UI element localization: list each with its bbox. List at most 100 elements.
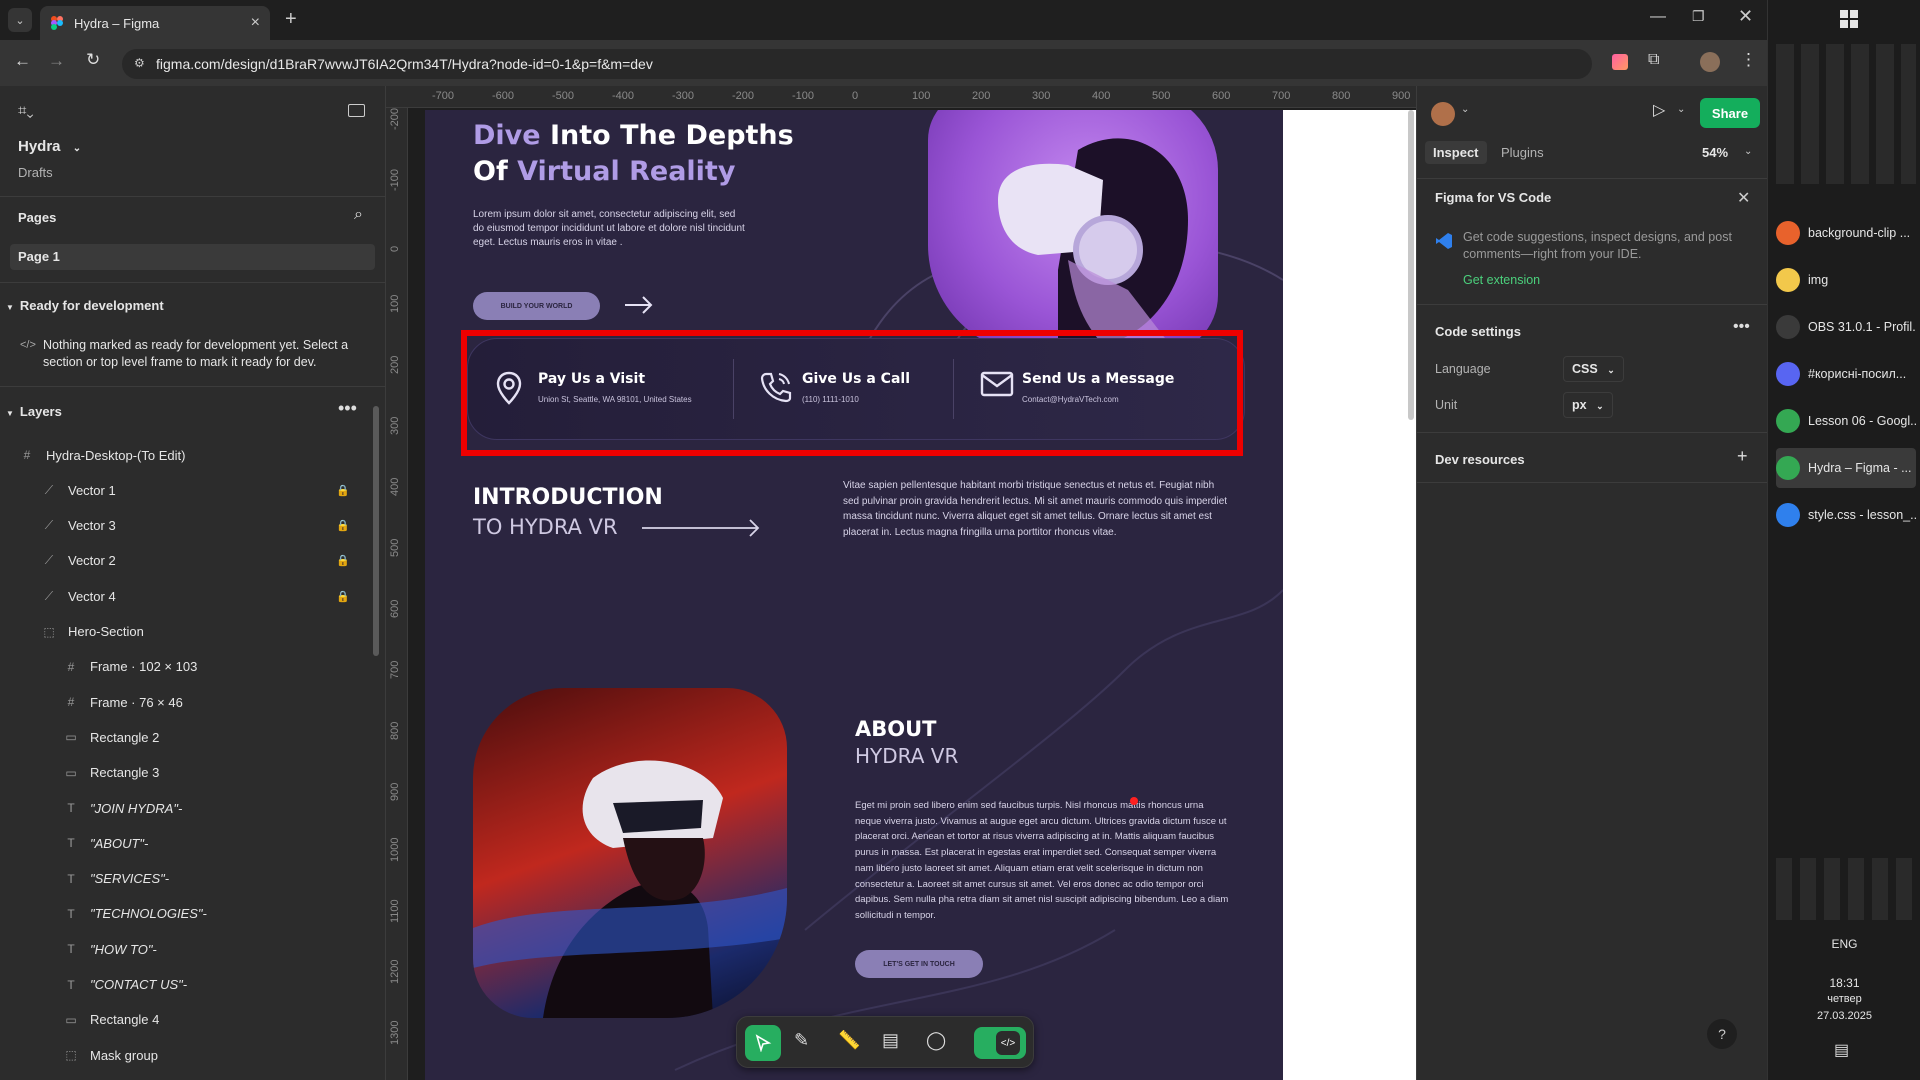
puzzle-icon[interactable]: ⧉ [1648, 51, 1659, 69]
layer-label: "CONTACT US"- [90, 977, 188, 992]
search-icon[interactable]: ⌕ [354, 206, 363, 224]
extension-icon[interactable] [1612, 54, 1628, 70]
measure-tool-icon[interactable]: 📏 [838, 1030, 860, 1051]
taskbar-window[interactable]: background-clip ... [1776, 213, 1916, 253]
layer-row[interactable]: ▭ Rectangle 3 [0, 756, 370, 790]
design-frame-hydra[interactable]: Dive Into The Depths Of Virtual Reality … [425, 110, 1283, 1080]
present-chevron-icon[interactable]: ⌄ [1677, 104, 1685, 115]
help-button[interactable]: ? [1707, 1019, 1737, 1049]
language-indicator[interactable]: ENG [1768, 937, 1920, 951]
add-resource-icon[interactable]: + [1737, 446, 1748, 467]
site-info-icon[interactable]: ⚙ [134, 56, 145, 70]
unit-select[interactable]: px ⌄ [1563, 392, 1613, 418]
lock-icon[interactable]: 🔒 [336, 554, 350, 567]
annotate-tool-icon[interactable]: ▤ [882, 1030, 899, 1051]
layers-more-icon[interactable]: ••• [338, 398, 357, 419]
layer-row[interactable]: T "SERVICES"- [0, 862, 370, 896]
comment-tool-icon[interactable]: ◯ [926, 1030, 946, 1051]
frame-icon: # [67, 659, 75, 674]
layer-row[interactable]: ▭ Rectangle 2 [0, 720, 370, 754]
share-button[interactable]: Share [1700, 98, 1760, 128]
build-your-world-button[interactable]: BUILD YOUR WORLD [473, 292, 600, 320]
browser-menu-icon[interactable]: ⋮ [1740, 50, 1757, 70]
taskbar-window[interactable]: Hydra – Figma - ... [1776, 448, 1916, 488]
system-tray[interactable] [1776, 858, 1916, 920]
layer-row[interactable]: ⬚ Mask group [0, 1038, 370, 1072]
minimize-button[interactable]: — [1650, 8, 1666, 26]
tab-close-icon[interactable]: × [251, 14, 260, 32]
pinned-apps-grid[interactable] [1776, 44, 1916, 184]
layer-label: Rectangle 4 [90, 1012, 160, 1028]
address-bar[interactable]: ⚙ figma.com/design/d1BraR7wvwJT6IA2Qrm34… [122, 49, 1592, 79]
move-tool-button[interactable] [745, 1025, 781, 1061]
app-icon [1776, 315, 1800, 339]
clock-time[interactable]: 18:31 [1768, 976, 1920, 990]
pen-tool-icon[interactable]: ✎ [794, 1030, 809, 1051]
dev-mode-toggle[interactable]: </> [974, 1027, 1026, 1059]
taskbar-window[interactable]: style.css - lesson_... [1776, 495, 1916, 535]
close-icon[interactable]: ✕ [1737, 188, 1750, 208]
layer-row[interactable]: ⟋ Vector 2 🔒 [0, 544, 370, 578]
file-menu-chevron-icon[interactable]: ⌄ [73, 143, 81, 154]
lock-icon[interactable]: 🔒 [336, 484, 350, 497]
layer-row[interactable]: T "JOIN HYDRA"- [0, 791, 370, 825]
get-extension-link[interactable]: Get extension [1463, 273, 1540, 287]
windows-start-icon[interactable] [1840, 10, 1858, 28]
layer-row[interactable]: # Hydra-Desktop-(To Edit) [0, 438, 370, 472]
layer-row[interactable]: T "TECHNOLOGIES"- [0, 897, 370, 931]
notifications-icon[interactable]: ▤ [1834, 1040, 1849, 1060]
layers-scrollbar[interactable] [373, 406, 379, 656]
canvas-scrollbar[interactable] [1408, 110, 1414, 420]
zoom-chevron-icon[interactable]: ⌄ [1744, 146, 1752, 157]
app-icon [1776, 456, 1800, 480]
close-window-button[interactable]: ✕ [1738, 6, 1753, 27]
language-select[interactable]: CSS ⌄ [1563, 356, 1624, 382]
taskbar-window-label: #корисні-посил... [1808, 367, 1907, 381]
profile-avatar[interactable] [1700, 52, 1720, 72]
ruler-tick-label: 600 [389, 599, 401, 618]
file-name[interactable]: Hydra ⌄ [18, 138, 403, 155]
reload-icon[interactable]: ↻ [86, 50, 100, 70]
layer-row[interactable]: ⟋ Vector 1 🔒 [0, 473, 370, 507]
layer-row[interactable]: # Frame · 102 × 103 [0, 650, 370, 684]
avatar-chevron-icon[interactable]: ⌄ [1461, 104, 1469, 115]
browser-tab[interactable]: Hydra – Figma × [40, 6, 270, 40]
tab-inspect[interactable]: Inspect [1425, 141, 1487, 164]
layer-row[interactable]: ⟋ Vector 3 🔒 [0, 509, 370, 543]
divider [1417, 304, 1767, 305]
lets-get-in-touch-button[interactable]: LET'S GET IN TOUCH [855, 950, 983, 978]
layer-row[interactable]: ⬚ Hero-Section [0, 615, 370, 649]
layer-row[interactable]: T "CONTACT US"- [0, 968, 370, 1002]
tab-plugins[interactable]: Plugins [1501, 145, 1544, 160]
tab-search-button[interactable]: ⌄ [8, 8, 32, 32]
layer-row[interactable]: T "ABOUT"- [0, 826, 370, 860]
back-icon[interactable]: ← [14, 51, 31, 71]
layer-row[interactable]: ▭ Rectangle 4 [0, 1003, 370, 1037]
figma-menu-icon[interactable]: ⌗⌄ [18, 102, 34, 119]
layer-row[interactable]: T "HOW TO"- [0, 932, 370, 966]
code-settings-more-icon[interactable]: ••• [1733, 318, 1750, 336]
taskbar-window[interactable]: img [1776, 260, 1916, 300]
text-icon: T [67, 836, 75, 851]
toggle-sidebar-icon[interactable] [348, 104, 365, 117]
forward-icon[interactable]: → [48, 51, 65, 71]
taskbar-window-label: Hydra – Figma - ... [1808, 461, 1912, 475]
ruler-tick-label: 1000 [389, 837, 401, 862]
user-avatar[interactable] [1431, 102, 1455, 126]
ready-section-header[interactable]: ▼ Ready for development [6, 298, 391, 313]
new-tab-button[interactable]: + [285, 8, 297, 31]
page-item-page-1[interactable]: Page 1 [10, 244, 375, 270]
arrow-right-icon[interactable] [623, 294, 655, 316]
taskbar-window[interactable]: #корисні-посил... [1776, 354, 1916, 394]
lock-icon[interactable]: 🔒 [336, 590, 350, 603]
layer-row[interactable]: # Frame · 76 × 46 [0, 685, 370, 719]
zoom-level[interactable]: 54% [1702, 145, 1728, 160]
layer-row[interactable]: ⟋ Vector 4 🔒 [0, 579, 370, 613]
present-play-icon[interactable]: ▷ [1653, 100, 1665, 120]
restore-button[interactable]: ❐ [1692, 8, 1705, 25]
layers-panel: ⌗⌄ Hydra ⌄ Drafts Pages ⌕ Page 1 ▼ Ready … [0, 86, 386, 1080]
taskbar-window[interactable]: OBS 31.0.1 - Profil... [1776, 307, 1916, 347]
lock-icon[interactable]: 🔒 [336, 519, 350, 532]
taskbar-window[interactable]: Lesson 06 - Googl... [1776, 401, 1916, 441]
layers-section-header[interactable]: ▼ Layers [6, 404, 391, 419]
